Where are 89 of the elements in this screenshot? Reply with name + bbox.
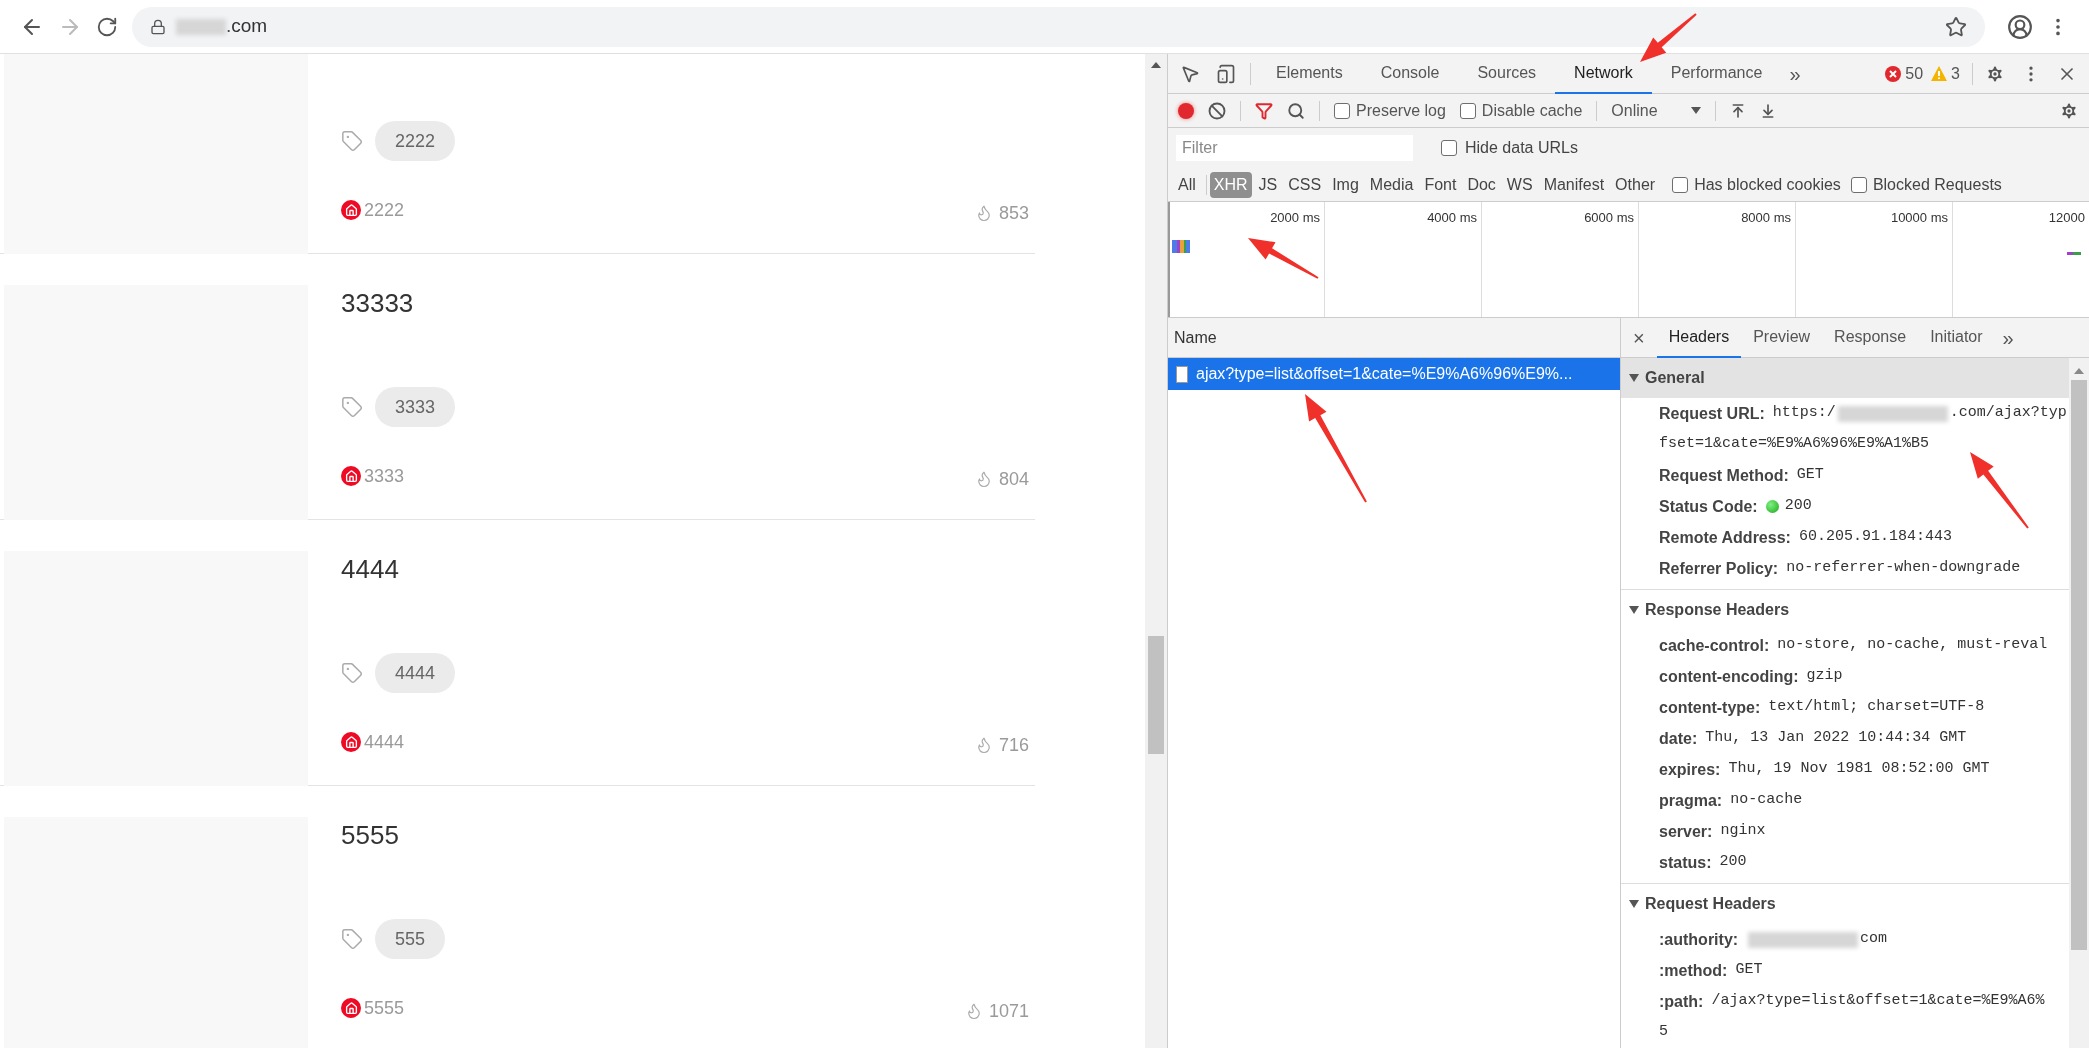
header-key: expires:	[1659, 757, 1721, 782]
tag-chip[interactable]: 555	[375, 919, 446, 959]
type-filter[interactable]: Media	[1365, 171, 1418, 198]
more-tabs-button[interactable]: »	[1781, 58, 1809, 89]
timeline-tick: 12000	[2048, 209, 2085, 227]
type-filter[interactable]: Other	[1611, 171, 1660, 198]
header-value: gzip	[1806, 666, 1843, 687]
devtools-tab[interactable]: Console	[1361, 53, 1459, 94]
view-count: 853	[998, 201, 1029, 225]
devtools-tab[interactable]: Sources	[1458, 53, 1556, 94]
request-row[interactable]: ajax?type=list&offset=1&cate=%E9%A6%96%E9%...	[1168, 358, 1620, 390]
header-key: :method:	[1659, 958, 1728, 983]
detail-tab[interactable]: Response	[1822, 317, 1919, 358]
url-text: .com	[226, 14, 268, 39]
timeline-tick: 6000 ms	[1584, 209, 1634, 227]
header-value: Thu, 19 Nov 1981 08:52:00 GMT	[1728, 759, 1990, 780]
header-key: pragma:	[1659, 788, 1723, 813]
filter-input[interactable]: Filter	[1176, 135, 1413, 161]
close-button[interactable]: ×	[1621, 322, 1657, 353]
tag-chip[interactable]: 3333	[375, 387, 456, 427]
section-header[interactable]: Request Headers	[1621, 884, 2069, 924]
timeline-overview[interactable]: 2000 ms 4000 ms 6000 ms 8000 ms 10000 ms 12000	[1168, 202, 2089, 318]
header-value: 60.205.91.184:443	[1798, 527, 1952, 548]
timeline-tick: 4000 ms	[1427, 209, 1477, 227]
header-value: 200	[1784, 496, 1812, 517]
section-header[interactable]: Response Headers	[1621, 590, 2069, 630]
type-filter[interactable]: Img	[1328, 171, 1363, 198]
detail-tab[interactable]: Preview	[1741, 317, 1823, 358]
more-tabs-button[interactable]: »	[1994, 322, 2022, 353]
header-value: https:/	[1772, 403, 1836, 424]
header-key: cache-control:	[1659, 633, 1770, 658]
type-filter[interactable]: Doc	[1463, 171, 1500, 198]
card-title[interactable]: 4444	[341, 551, 1029, 584]
checkbox-label[interactable]: Has blocked cookies	[1694, 172, 1841, 197]
header-value: /ajax?type=list&offset=1&cate=%E9%A6%	[1711, 991, 2045, 1012]
type-filter[interactable]: CSS	[1284, 171, 1326, 198]
detail-tab[interactable]: Initiator	[1918, 317, 1995, 358]
header-key: Remote Address:	[1659, 525, 1791, 550]
header-key: date:	[1659, 726, 1698, 751]
header-key: :path:	[1659, 989, 1704, 1014]
header-value: nginx	[1720, 821, 1766, 842]
header-key: server:	[1659, 819, 1713, 844]
section-header[interactable]: General	[1621, 358, 2069, 398]
view-count: 1071	[988, 999, 1029, 1023]
column-header[interactable]: Name	[1168, 318, 1620, 358]
header-value: text/html; charset=UTF-8	[1768, 697, 1985, 718]
checkbox-label[interactable]: Hide data URLs	[1465, 136, 1578, 160]
header-key: Request URL:	[1659, 401, 1765, 426]
devtools-tab[interactable]: Elements	[1257, 53, 1362, 94]
timeline-tick: 8000 ms	[1741, 209, 1791, 227]
view-count: 716	[998, 733, 1029, 757]
type-filter[interactable]: Manifest	[1539, 171, 1609, 198]
checkbox-label[interactable]: Disable cache	[1481, 98, 1583, 123]
header-key: Request Method:	[1659, 463, 1789, 488]
tag-chip[interactable]: 2222	[375, 121, 456, 161]
address-bar[interactable]: .com	[132, 6, 1985, 47]
header-key: Status Code:	[1659, 494, 1758, 519]
header-value: Thu, 13 Jan 2022 10:44:34 GMT	[1705, 728, 1967, 749]
tag-chip[interactable]: 4444	[375, 653, 456, 693]
timeline-tick: 2000 ms	[1270, 209, 1320, 227]
checkbox-label[interactable]: Preserve log	[1356, 98, 1446, 123]
throttling-select[interactable]: Online	[1611, 98, 1702, 123]
header-value: no-store, no-cache, must-reval	[1777, 635, 2048, 656]
type-filter[interactable]: Font	[1420, 171, 1461, 198]
timeline-tick: 10000 ms	[1890, 209, 1948, 227]
view-count: 804	[998, 467, 1029, 491]
header-value: GET	[1735, 960, 1763, 981]
header-value: no-cache	[1730, 790, 1803, 811]
checkbox-label[interactable]: Blocked Requests	[1872, 172, 2002, 197]
card-title[interactable]: 5555	[341, 817, 1029, 850]
header-key: content-type:	[1659, 695, 1761, 720]
type-filter[interactable]: All	[1174, 171, 1200, 198]
header-value: GET	[1796, 465, 1824, 486]
error-count[interactable]: 50	[1905, 61, 1924, 86]
header-value: no-referrer-when-downgrade	[1786, 558, 2021, 579]
warning-count[interactable]: 3	[1951, 61, 1960, 86]
devtools-tab[interactable]: Performance	[1651, 53, 1782, 94]
header-value: com	[1860, 929, 1888, 950]
card-title[interactable]: 33333	[341, 285, 1029, 318]
header-value: .com/ajax?typ	[1949, 403, 2067, 424]
header-key: :authority:	[1659, 927, 1739, 952]
type-filter[interactable]: JS	[1254, 171, 1282, 198]
type-filter[interactable]: WS	[1502, 171, 1537, 198]
header-value: fset=1&cate=%E9%A6%96%E9%A1%B5	[1659, 434, 1930, 455]
header-key: Referrer Policy:	[1659, 556, 1779, 581]
header-key: content-encoding:	[1659, 664, 1799, 689]
header-value: 200	[1719, 852, 1747, 873]
header-value: 5	[1659, 1022, 1668, 1043]
header-key: status:	[1659, 850, 1712, 875]
